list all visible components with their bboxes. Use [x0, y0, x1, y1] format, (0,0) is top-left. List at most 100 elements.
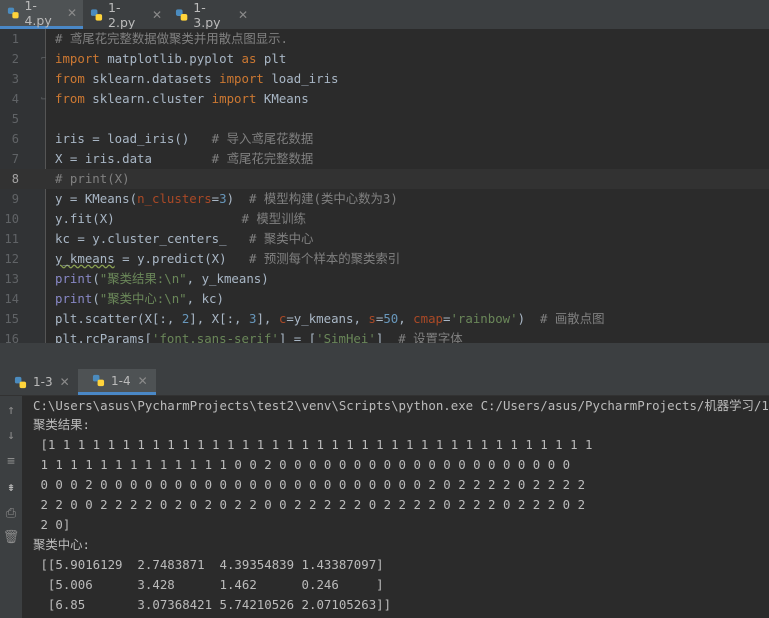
editor-tab-1-3[interactable]: 1-3.py ✕ [168, 0, 254, 30]
close-icon[interactable]: ✕ [152, 8, 162, 22]
close-icon[interactable]: ✕ [67, 6, 77, 20]
line-number: 5 [11, 112, 19, 126]
close-icon[interactable]: ✕ [60, 375, 70, 389]
code-line[interactable]: 7 X = iris.data # 鸢尾花完整数据 [0, 149, 769, 169]
code-text: ], X[:, [189, 311, 249, 326]
line-number: 6 [11, 132, 19, 146]
scroll-up-icon[interactable]: ↑ [0, 399, 22, 421]
line-number: 4 [11, 92, 19, 106]
code-line[interactable]: 12 y_kmeans = y.predict(X) # 预测每个样本的聚类索引 [0, 249, 769, 269]
string: "聚类结果:\n" [99, 271, 187, 286]
keyword: as [241, 51, 257, 66]
code-line[interactable]: 13 print("聚类结果:\n", y_kmeans) [0, 269, 769, 289]
comment: # 画散点图 [540, 311, 605, 326]
keyword: from [55, 91, 85, 106]
string: 'font.sans-serif' [151, 331, 279, 343]
code-text: y.fit(X) [55, 211, 242, 226]
line-number: 12 [4, 252, 19, 266]
trash-icon[interactable]: 🗑 [0, 526, 22, 548]
code-line[interactable]: 16 plt.rcParams['font.sans-serif'] = ['Si… [0, 329, 769, 343]
close-icon[interactable]: ✕ [238, 8, 248, 22]
code-text: ] [375, 331, 399, 343]
line-number: 13 [4, 272, 19, 286]
fold-icon[interactable]: ⌙ [41, 89, 46, 109]
code-text: ( [92, 291, 100, 306]
fold-icon[interactable]: ⌐ [41, 49, 46, 69]
code-line[interactable]: 15 plt.scatter(X[:, 2], X[:, 3], c=y_kmea… [0, 309, 769, 329]
line-number: 9 [11, 192, 19, 206]
editor-tab-label: 1-2.py [108, 0, 136, 30]
code-text: matplotlib.pyplot [99, 51, 242, 66]
soft-wrap-icon[interactable]: ≡ [0, 450, 22, 472]
keyword: import [55, 51, 100, 66]
code-line-current[interactable]: 8 # print(X) [0, 169, 769, 189]
code-line[interactable]: 3 from sklearn.datasets import load_iris [0, 69, 769, 89]
run-tab-1-4[interactable]: 1-4 ✕ [78, 369, 156, 395]
code-text: , y_kmeans) [186, 271, 269, 286]
line-number: 11 [4, 232, 19, 246]
console-line: [6.85 3.07368421 5.74210526 2.07105263]] [33, 597, 392, 612]
code-text: sklearn.datasets [84, 71, 220, 86]
code-text: , kc) [186, 291, 224, 306]
console-line: [5.006 3.428 1.462 0.246 ] [33, 577, 384, 592]
editor-tab-1-4[interactable]: 1-4.py ✕ [0, 0, 83, 29]
code-line[interactable]: 1 # 鸢尾花完整数据做聚类并用散点图显示. [0, 29, 769, 49]
param-name: s [368, 311, 376, 326]
run-console-output[interactable]: C:\Users\asus\PycharmProjects\test2\venv… [22, 396, 769, 618]
code-line[interactable]: 10 y.fit(X) # 模型训练 [0, 209, 769, 229]
code-text: plt.scatter(X[:, [55, 311, 182, 326]
close-icon[interactable]: ✕ [138, 374, 148, 388]
editor-tab-1-2[interactable]: 1-2.py ✕ [83, 0, 168, 30]
code-line[interactable]: 14 print("聚类中心:\n", kc) [0, 289, 769, 309]
print-icon[interactable]: ⎙ [0, 502, 22, 524]
code-text: ], [256, 311, 279, 326]
comment: # 模型构建(类中心数为3) [249, 191, 398, 206]
editor-tab-bar: 1-4.py ✕ 1-2.py ✕ 1-3.py ✕ [0, 0, 769, 30]
code-text: ( [92, 271, 100, 286]
code-line[interactable]: 11 kc = y.cluster_centers_ # 聚类中心 [0, 229, 769, 249]
code-line[interactable]: 6 iris = load_iris() # 导入鸢尾花数据 [0, 129, 769, 149]
code-line[interactable]: 4 ⌙ from sklearn.cluster import KMeans [0, 89, 769, 109]
code-line[interactable]: 2 ⌐ import matplotlib.pyplot as plt [0, 49, 769, 69]
panel-divider[interactable] [0, 343, 769, 369]
code-text: sklearn.cluster [84, 91, 212, 106]
number: 50 [383, 311, 399, 326]
comment: # 鸢尾花完整数据 [211, 151, 314, 166]
string: 'SimHei' [316, 331, 376, 343]
line-number: 15 [4, 312, 19, 326]
console-line: C:\Users\asus\PycharmProjects\test2\venv… [33, 398, 769, 413]
keyword: from [55, 71, 85, 86]
line-number: 2 [11, 52, 19, 66]
line-number: 8 [11, 172, 19, 186]
param-name: cmap [413, 311, 443, 326]
console-line: [1 1 1 1 1 1 1 1 1 1 1 1 1 1 1 1 1 1 1 1… [33, 437, 593, 452]
scroll-to-end-icon[interactable]: ⇟ [0, 476, 22, 498]
editor-tab-label: 1-3.py [193, 0, 221, 30]
code-line[interactable]: 5 [0, 109, 769, 129]
run-tab-label: 1-3 [33, 375, 53, 389]
code-line[interactable]: 9y = KMeans(n_clusters=3) # 模型构建(类中心数为3) [0, 189, 769, 209]
code-text: kc = y.cluster_centers_ [55, 231, 249, 246]
comment: # 预测每个样本的聚类索引 [248, 251, 401, 266]
keyword: import [211, 91, 257, 106]
console-line: 0 0 0 2 0 0 0 0 0 0 0 0 0 0 0 0 0 0 0 0 … [33, 477, 586, 492]
code-editor[interactable]: 1 # 鸢尾花完整数据做聚类并用散点图显示. 2 ⌐ import matplotli… [0, 29, 769, 343]
console-line: 1 1 1 1 1 1 1 1 1 1 1 1 1 0 0 2 0 0 0 0 … [33, 457, 571, 472]
scroll-down-icon[interactable]: ↓ [0, 424, 22, 446]
python-file-icon [7, 7, 19, 19]
comment: # 聚类中心 [248, 231, 314, 246]
python-run-icon [14, 376, 27, 388]
code-text: =y_kmeans, [286, 311, 369, 326]
comment: # 鸢尾花完整数据做聚类并用散点图显示. [55, 31, 289, 46]
line-number: 10 [4, 212, 19, 226]
code-text: , [398, 311, 414, 326]
console-line: 2 0] [33, 517, 71, 532]
console-line: 聚类结果: [33, 417, 91, 432]
comment: # print(X) [55, 171, 130, 186]
keyword: import [219, 71, 264, 86]
console-line: [[5.9016129 2.7483871 4.39354839 1.43387… [33, 557, 384, 572]
run-tab-1-3[interactable]: 1-3 ✕ [0, 369, 78, 395]
code-text: = y.predict(X) [114, 251, 249, 266]
editor-tab-label: 1-4.py [24, 0, 52, 28]
code-text: y = KMeans( [55, 191, 138, 206]
